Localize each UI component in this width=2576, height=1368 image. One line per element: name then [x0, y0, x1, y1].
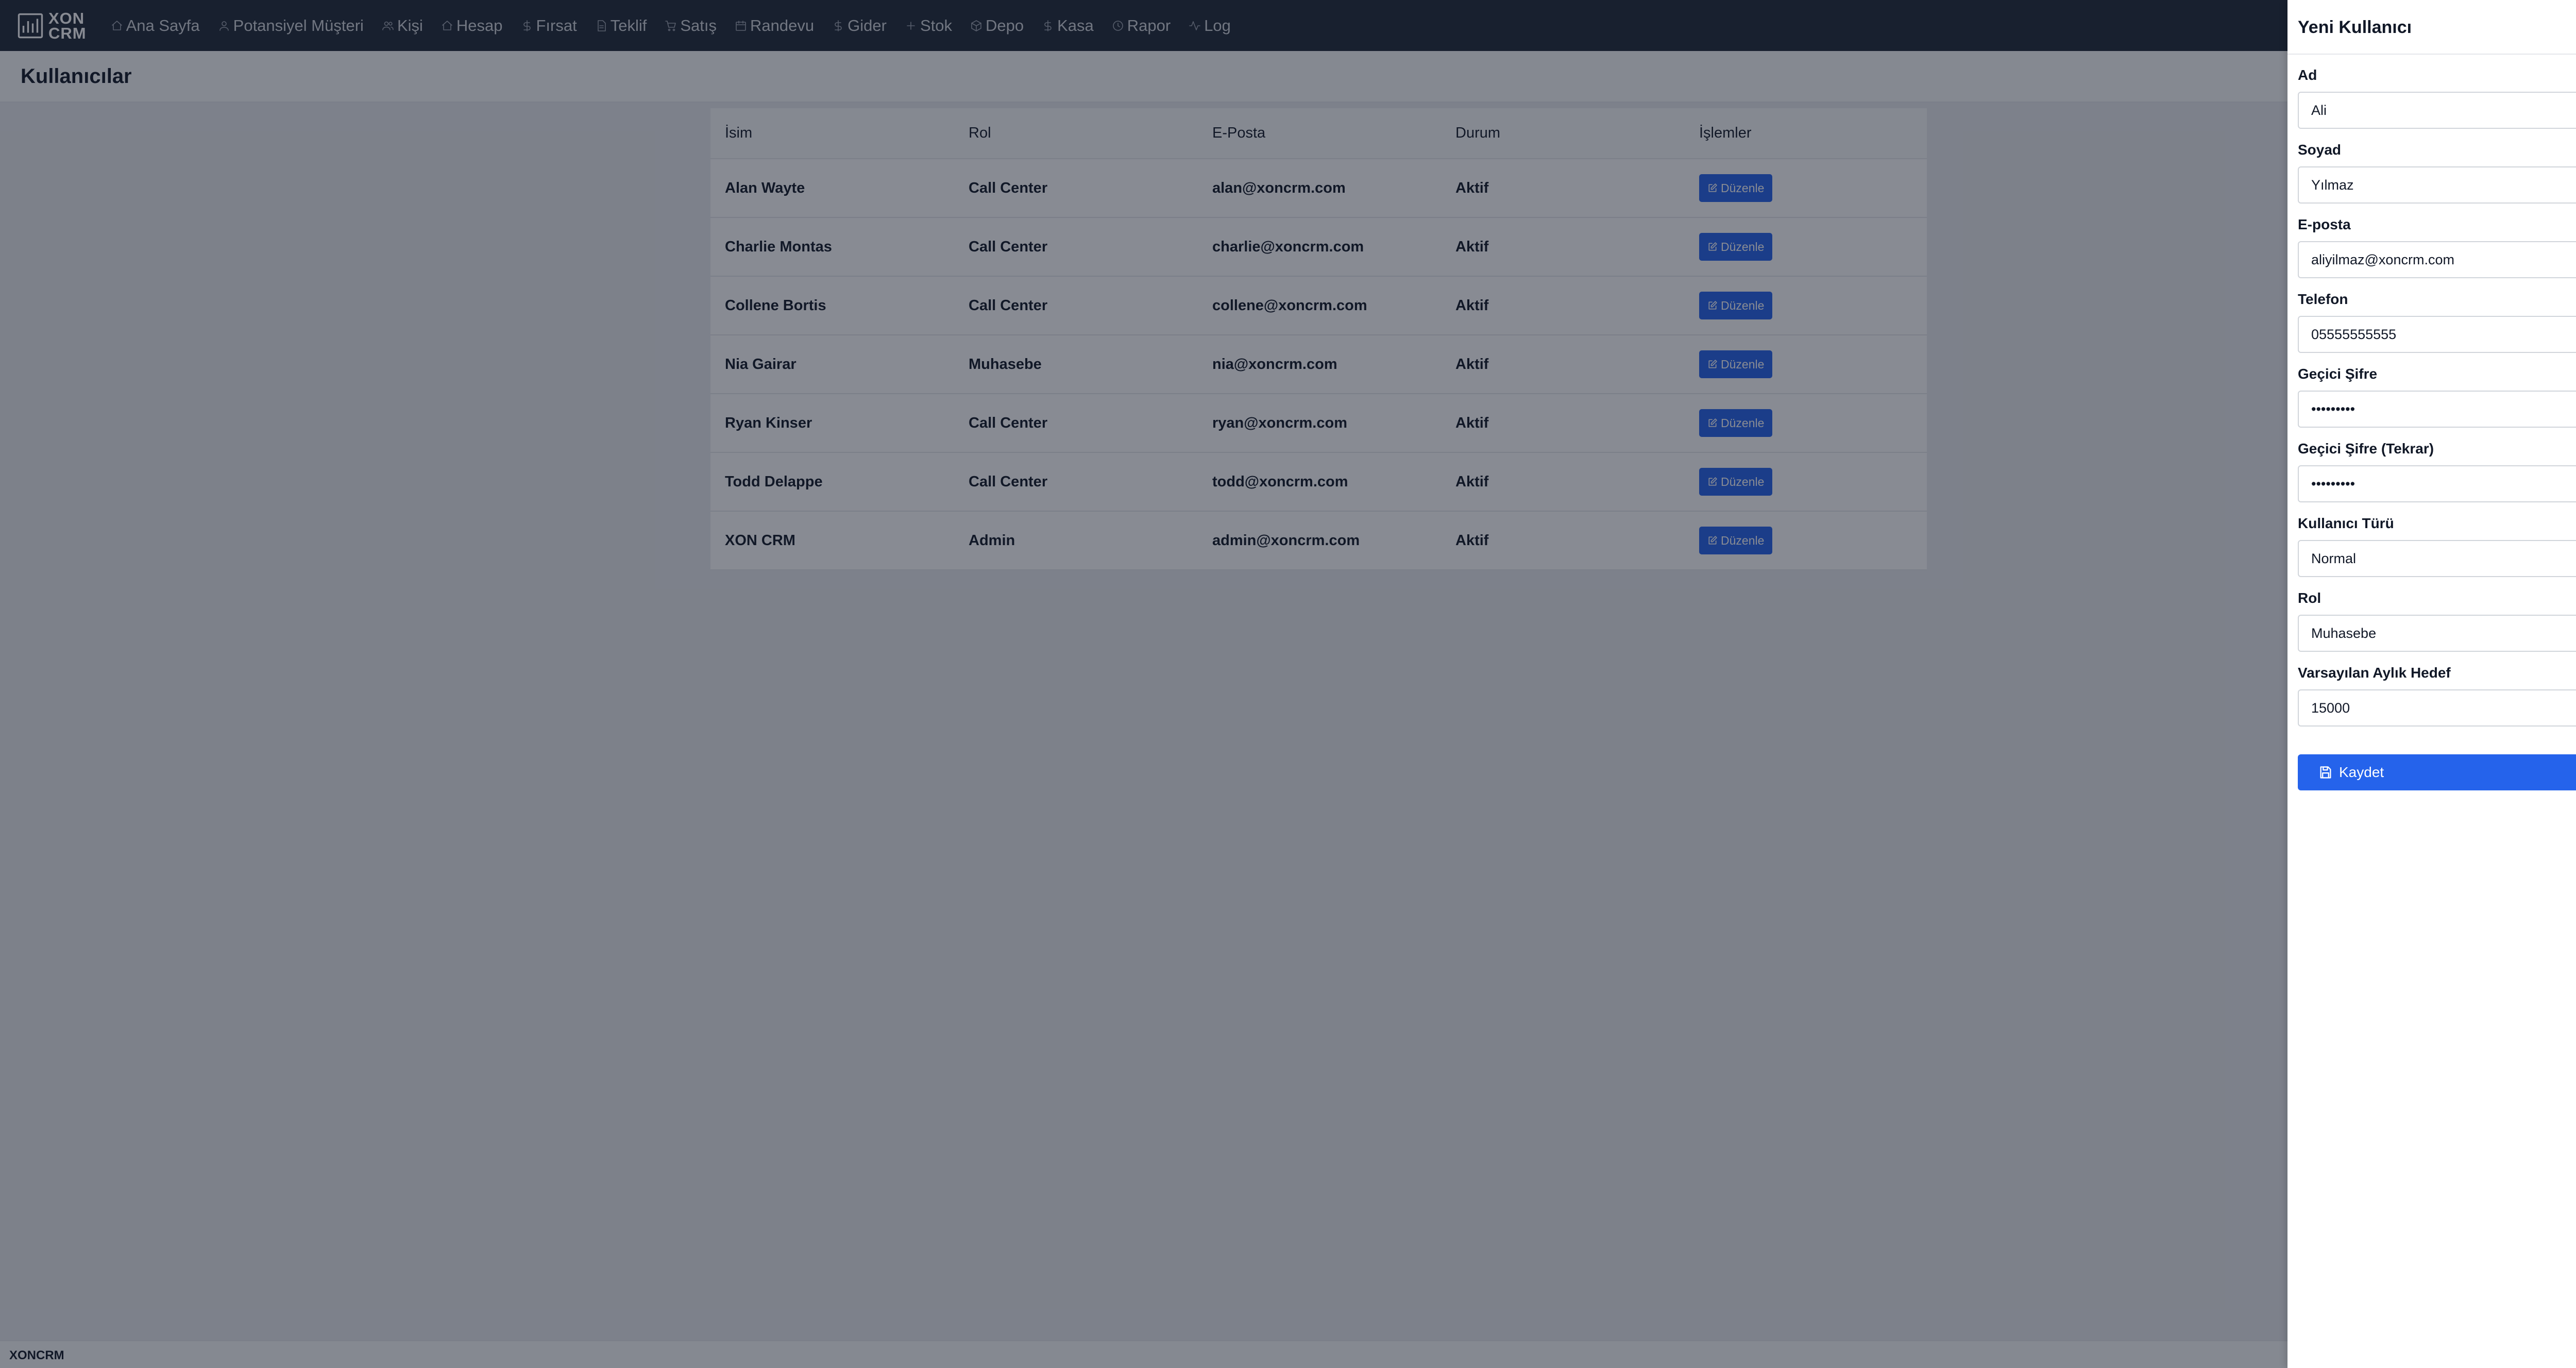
save-button[interactable]: Kaydet	[2298, 754, 2576, 790]
first-name-input[interactable]	[2298, 92, 2576, 129]
modal-backdrop[interactable]	[0, 0, 2287, 1368]
save-icon	[2320, 766, 2331, 779]
user-type-label: Kullanıcı Türü	[2298, 515, 2394, 531]
last-name-label: Soyad	[2298, 142, 2342, 158]
role-label: Rol	[2298, 590, 2321, 606]
temp-password-repeat-input[interactable]	[2298, 465, 2576, 502]
phone-input[interactable]	[2298, 316, 2576, 353]
monthly-target-input[interactable]	[2298, 689, 2576, 727]
temp-password-repeat-label: Geçici Şifre (Tekrar)	[2298, 441, 2434, 457]
panel-header: Yeni Kullanıcı	[2287, 0, 2576, 55]
email-input[interactable]	[2298, 241, 2576, 278]
role-value: Muhasebe	[2311, 625, 2377, 641]
user-type-select[interactable]: Normal	[2298, 540, 2576, 577]
temp-password-label: Geçici Şifre	[2298, 366, 2378, 382]
phone-label: Telefon	[2298, 291, 2348, 307]
save-button-label: Kaydet	[2339, 764, 2384, 780]
email-label: E-posta	[2298, 216, 2351, 232]
user-type-value: Normal	[2311, 550, 2357, 566]
last-name-input[interactable]	[2298, 166, 2576, 204]
role-select[interactable]: Muhasebe	[2298, 615, 2576, 652]
temp-password-input[interactable]	[2298, 391, 2576, 428]
first-name-label: Ad	[2298, 67, 2317, 83]
monthly-target-label: Varsayılan Aylık Hedef	[2298, 665, 2451, 681]
panel-title: Yeni Kullanıcı	[2298, 18, 2412, 37]
new-user-panel: Yeni Kullanıcı Ad Soyad E-posta Telefon …	[2287, 0, 2576, 1368]
